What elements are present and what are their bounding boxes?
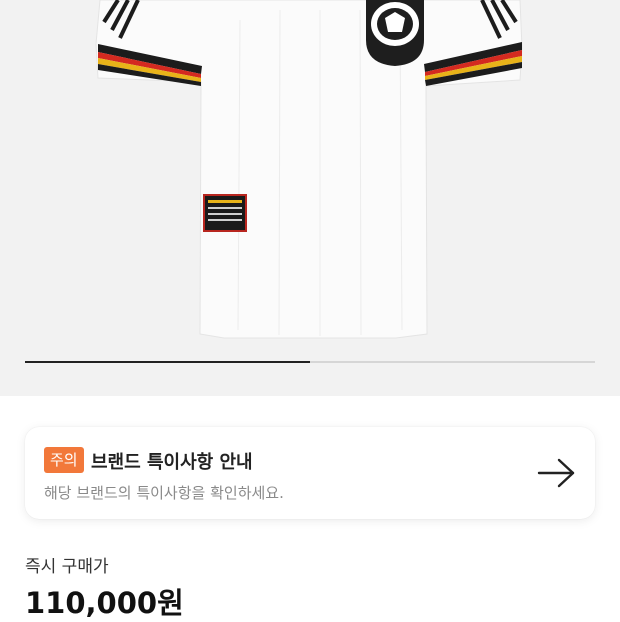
instant-buy-price: 110,000원	[25, 586, 184, 620]
gallery-progress-indicator	[25, 361, 310, 363]
notice-badge: 주의	[44, 447, 84, 473]
instant-buy-price-label: 즉시 구매가	[25, 557, 109, 577]
arrow-right-icon[interactable]	[537, 457, 577, 489]
product-image-area[interactable]	[0, 0, 620, 396]
product-jersey-image	[95, 0, 523, 339]
gallery-progress-track	[25, 361, 595, 363]
notice-title: 브랜드 특이사항 안내	[91, 452, 253, 473]
notice-description: 해당 브랜드의 특이사항을 확인하세요.	[44, 484, 284, 502]
brand-notice-card[interactable]: 주의 브랜드 특이사항 안내 해당 브랜드의 특이사항을 확인하세요.	[25, 427, 595, 519]
